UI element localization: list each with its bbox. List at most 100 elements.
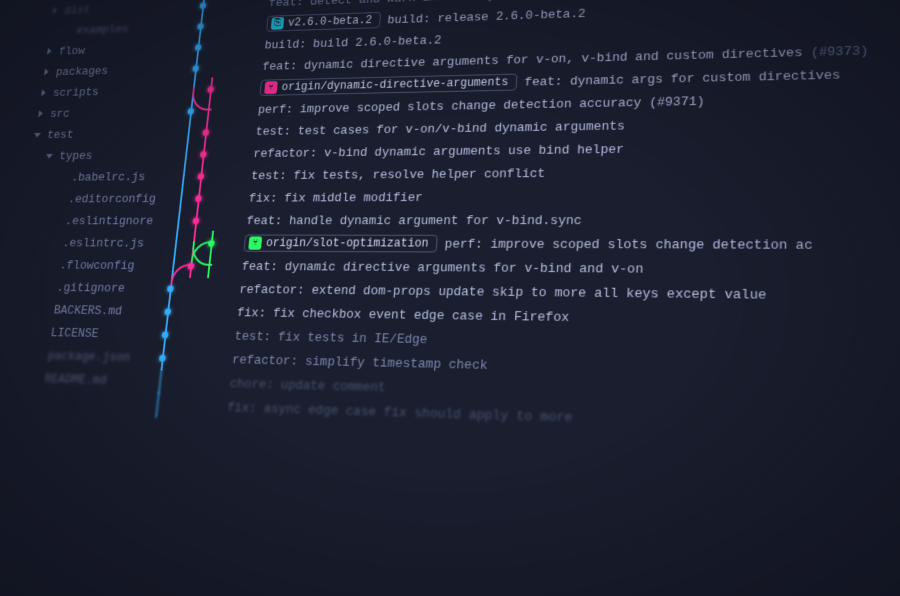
- tree-item-backers-md[interactable]: BACKERS.md: [3, 298, 144, 323]
- graph-cell: [138, 322, 236, 347]
- ref-badge-label: origin/dynamic-directive-arguments: [281, 76, 509, 94]
- tree-item--editorconfig[interactable]: .editorconfig: [18, 187, 157, 209]
- commit-dot: [200, 2, 207, 8]
- branch-icon: ⑂: [264, 81, 278, 94]
- graph-cell: [160, 142, 255, 165]
- commit-message: refactor: v-bind dynamic arguments use b…: [253, 142, 624, 161]
- commit-message: refactor: extend dom-props update skip t…: [239, 282, 767, 303]
- caret-icon: [45, 47, 54, 56]
- commit-dot: [167, 285, 174, 292]
- ref-badge[interactable]: ⑂origin/slot-optimization: [243, 235, 437, 253]
- commit-dot: [195, 195, 202, 202]
- commit-dot: [159, 355, 166, 362]
- graph-cell: [133, 369, 231, 395]
- graph-cell: [141, 299, 238, 323]
- caret-icon: [33, 350, 43, 360]
- commit-dot: [200, 151, 207, 157]
- caret-icon: [36, 109, 46, 118]
- caret-icon: [40, 305, 50, 315]
- commit-row[interactable]: feat: handle dynamic argument for v-bind…: [152, 207, 900, 233]
- commit-row[interactable]: fix: fix middle modifier: [154, 181, 900, 209]
- git-graph-view[interactable]: build: build 2.6.0-beta.2build: fix feat…: [94, 0, 900, 596]
- graph-cell: [175, 13, 268, 37]
- tree-item-license[interactable]: LICENSE: [0, 320, 141, 345]
- tree-item-label: types: [59, 149, 94, 163]
- tree-item-label: .editorconfig: [68, 191, 157, 205]
- caret-icon: [46, 260, 56, 269]
- ref-badge-label: origin/slot-optimization: [265, 236, 428, 250]
- tree-item-label: test: [46, 128, 74, 142]
- caret-icon: [43, 282, 53, 291]
- caret-icon: [45, 151, 55, 160]
- tree-item-readme-md[interactable]: README.md: [0, 365, 135, 392]
- commit-message: refactor: simplify timestamp check: [232, 352, 489, 373]
- caret-icon: [58, 173, 68, 182]
- graph-cell: [157, 164, 252, 187]
- tree-item-label: flow: [58, 44, 86, 58]
- tree-item--eslintignore[interactable]: .eslintignore: [15, 209, 154, 231]
- ref-badge[interactable]: ⎘v2.6.0-beta.2: [266, 12, 381, 32]
- tree-item-package-json[interactable]: package.json: [0, 343, 138, 369]
- tree-item-label: packages: [55, 64, 109, 78]
- graph-cell: [135, 346, 233, 372]
- tag-icon: ⎘: [271, 17, 285, 30]
- tree-item-label: dist: [64, 3, 91, 17]
- tree-item-label: .eslintrc.js: [62, 236, 145, 250]
- commit-dot: [195, 44, 202, 50]
- commit-dot: [197, 23, 204, 29]
- commit-dot: [197, 173, 204, 179]
- commit-ref-num: (#9373): [811, 43, 869, 59]
- caret-icon: [36, 327, 46, 337]
- tree-item--flowconfig[interactable]: .flowconfig: [9, 253, 149, 276]
- tree-item-label: .eslintignore: [65, 214, 154, 228]
- commit-message: feat: dynamic directive arguments for v-…: [241, 259, 643, 276]
- commit-message: fix: fix middle modifier: [248, 190, 423, 205]
- ref-badge[interactable]: ⑂origin/dynamic-directive-arguments: [259, 74, 517, 96]
- caret-icon: [52, 216, 61, 225]
- tree-item-scripts[interactable]: scripts: [34, 79, 170, 103]
- caret-icon: [55, 194, 64, 203]
- commit-message: feat: handle dynamic argument for v-bind…: [246, 213, 582, 228]
- commit-message: chore: update comment: [229, 376, 386, 395]
- tree-item-types[interactable]: types: [25, 144, 163, 167]
- caret-icon: [63, 26, 72, 35]
- editor-stage: githubbenchmarksdistexamplesflowpackages…: [0, 0, 900, 596]
- graph-cell: [154, 187, 250, 210]
- tree-item-label: package.json: [47, 348, 131, 364]
- tree-item--babelrc-js[interactable]: .babelrc.js: [21, 165, 159, 188]
- graph-cell: [165, 99, 259, 122]
- commit-dot: [192, 65, 199, 71]
- branch-icon: ⑂: [248, 236, 262, 249]
- tree-item-src[interactable]: src: [31, 101, 168, 125]
- commit-message: feat: dynamic args for custom directives: [524, 67, 840, 89]
- tree-item-label: src: [49, 107, 70, 121]
- commit-dot: [192, 218, 199, 225]
- tree-item-label: .babelrc.js: [71, 170, 146, 184]
- tree-item--gitignore[interactable]: .gitignore: [6, 276, 147, 300]
- tree-item--eslintrc-js[interactable]: .eslintrc.js: [12, 232, 152, 255]
- commit-dot: [164, 308, 171, 315]
- commit-message: fix: fix checkbox event edge case in Fir…: [236, 305, 569, 325]
- commit-message: build: release 2.6.0-beta.2: [387, 6, 586, 26]
- tree-item-label: BACKERS.md: [53, 303, 123, 318]
- commit-message: fix: async edge case fix should apply to…: [227, 399, 573, 425]
- graph-cell: [172, 34, 265, 58]
- graph-cell: [152, 209, 248, 232]
- commit-dot: [202, 129, 209, 135]
- tree-item-test[interactable]: test: [28, 122, 165, 145]
- caret-icon: [42, 68, 51, 77]
- tree-item-label: scripts: [52, 85, 99, 99]
- caret-icon: [33, 130, 43, 139]
- commit-dot: [162, 331, 169, 338]
- tree-item-label: README.md: [44, 371, 108, 387]
- graph-cell: [170, 56, 264, 80]
- caret-icon: [51, 6, 60, 15]
- commit-message: test: fix tests in IE/Edge: [234, 328, 428, 346]
- tree-item-label: .gitignore: [56, 280, 126, 295]
- commit-dot: [187, 108, 194, 114]
- commit-message: test: test cases for v-on/v-bind dynamic…: [255, 118, 625, 138]
- graph-cell: [167, 77, 261, 101]
- tree-item-label: LICENSE: [50, 325, 100, 340]
- commit-message: build: build 2.6.0-beta.2: [264, 33, 442, 52]
- caret-icon: [49, 238, 59, 247]
